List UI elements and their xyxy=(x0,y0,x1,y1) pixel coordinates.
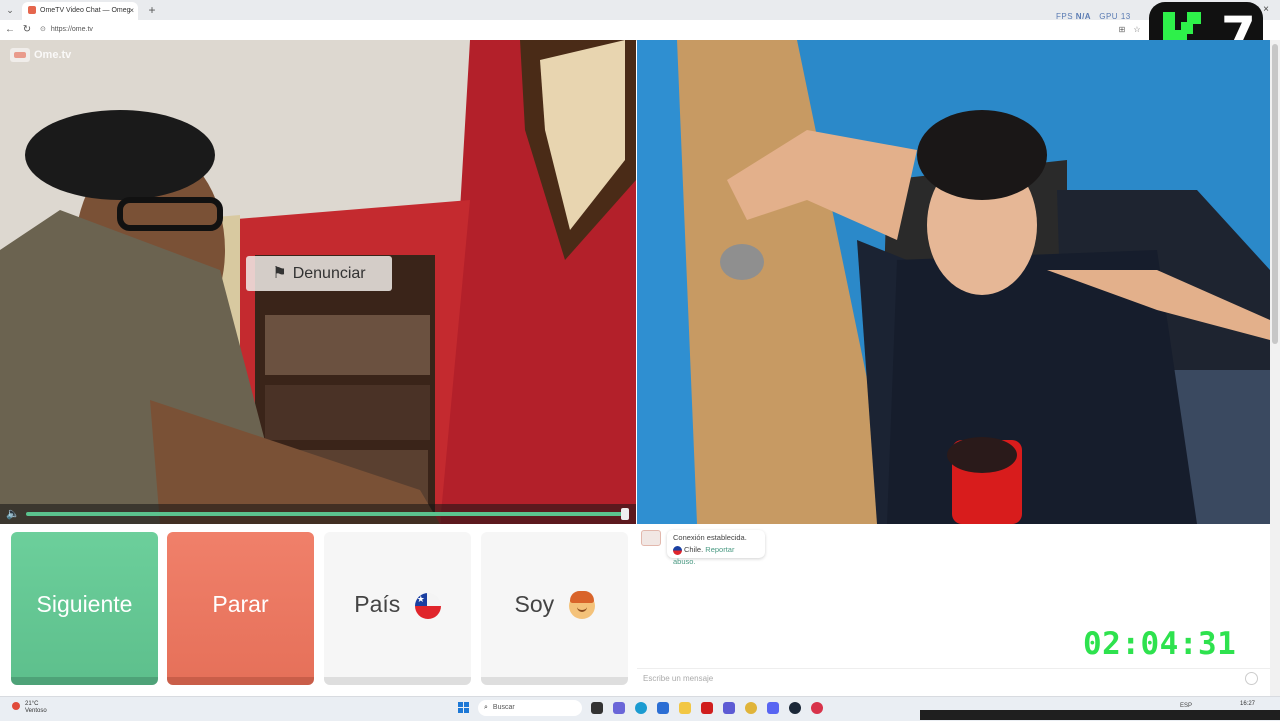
lock-icon: ⊙ xyxy=(40,26,46,33)
grid-icon[interactable]: ⊞ xyxy=(1116,24,1128,36)
taskbar-search[interactable]: ⌕ Buscar xyxy=(478,700,582,716)
chrome-icon[interactable] xyxy=(745,702,757,714)
ometv-avatar-icon xyxy=(641,530,661,546)
chat-input[interactable]: Escribe un mensaje xyxy=(637,668,1270,688)
address-bar: ← ↻ ⊙ https://ome.tv ⊞ ☆ xyxy=(0,20,1280,41)
gpu-value: 13 xyxy=(1120,12,1131,21)
stop-label: Parar xyxy=(212,591,269,617)
tab-ometv[interactable]: OmeTV Video Chat — Omeg × xyxy=(22,2,138,20)
fps-label: FPS xyxy=(1056,12,1074,21)
next-label: Siguiente xyxy=(36,591,133,617)
system-message: Conexión establecida. Chile. Reportar ab… xyxy=(667,530,765,566)
copilot-icon[interactable] xyxy=(613,702,625,714)
weather-temp: 21°C xyxy=(25,701,39,707)
connection-status: Conexión establecida. xyxy=(673,533,747,542)
speaker-icon[interactable]: 🔈 xyxy=(6,507,20,521)
country-line: Chile. Reportar abuso. xyxy=(673,544,759,568)
country-button[interactable]: País ★ xyxy=(324,532,471,685)
fps-value: N/A xyxy=(1075,12,1092,21)
screen-border xyxy=(920,710,1280,720)
language-indicator[interactable]: ESP xyxy=(1180,703,1192,709)
ometv-favicon-icon xyxy=(28,6,36,15)
folder-icon[interactable] xyxy=(679,702,691,714)
report-label: Denunciar xyxy=(292,265,366,282)
discord-icon[interactable] xyxy=(767,702,779,714)
weather-widget[interactable]: 21°C Ventoso xyxy=(12,701,47,715)
system-clock[interactable]: 16:27 xyxy=(1240,700,1255,708)
fps-counter: FPS N/A GPU 13 xyxy=(1056,12,1131,21)
record-icon[interactable] xyxy=(811,702,823,714)
report-button[interactable]: ⚑ Denunciar xyxy=(246,256,392,291)
country-label: País xyxy=(354,591,401,617)
ometv-logo-icon xyxy=(10,48,30,63)
steam-icon[interactable] xyxy=(789,702,801,714)
bookmark-icon[interactable]: ☆ xyxy=(1131,24,1143,36)
netflix-icon[interactable] xyxy=(701,702,713,714)
search-placeholder: Buscar xyxy=(492,704,515,711)
weather-desc: Ventoso xyxy=(25,708,47,714)
tab-list-icon[interactable]: ⌄ xyxy=(3,3,17,17)
flag-icon: ⚑ xyxy=(272,265,287,282)
gender-label: Soy xyxy=(514,591,555,617)
volume-control: 🔈 xyxy=(0,504,636,524)
search-icon: ⌕ xyxy=(484,704,488,711)
taskview-icon[interactable] xyxy=(591,702,603,714)
volume-slider-handle[interactable] xyxy=(621,508,629,520)
weather-icon xyxy=(12,702,20,710)
report-abuse-link[interactable]: Reportar abuso. xyxy=(673,545,734,566)
self-video-frame xyxy=(637,40,1270,524)
scrollbar-thumb[interactable] xyxy=(1272,44,1278,344)
edge-icon[interactable] xyxy=(635,702,647,714)
chile-flag-icon: ★ xyxy=(414,592,441,619)
emoji-picker-icon[interactable] xyxy=(1245,672,1258,685)
store-icon[interactable] xyxy=(657,702,669,714)
chile-flag-small-icon xyxy=(673,545,682,555)
stop-button[interactable]: Parar xyxy=(167,532,314,685)
ometv-logo: Ome.tv xyxy=(10,47,71,63)
chat-panel: Conexión establecida. Chile. Reportar ab… xyxy=(637,524,1270,690)
stream-timer: 02:04:31 xyxy=(1083,626,1237,662)
teams-icon[interactable] xyxy=(723,702,735,714)
url-text: https://ome.tv xyxy=(50,26,93,33)
gpu-label: GPU xyxy=(1099,12,1119,21)
windows-start-icon[interactable] xyxy=(458,702,470,714)
gender-button[interactable]: Soy xyxy=(481,532,628,685)
new-tab-button[interactable]: + xyxy=(145,2,159,18)
brand-name: Ome.tv xyxy=(34,49,72,61)
next-button[interactable]: Siguiente xyxy=(11,532,158,685)
reload-icon[interactable]: ↻ xyxy=(20,23,34,37)
page-scrollbar[interactable] xyxy=(1270,40,1280,696)
back-icon[interactable]: ← xyxy=(3,23,17,37)
tab-title: OmeTV Video Chat — Omeg xyxy=(40,7,131,14)
volume-slider-track[interactable] xyxy=(26,512,626,516)
url-field[interactable]: ⊙ https://ome.tv xyxy=(36,23,1106,37)
country-name: Chile. xyxy=(684,545,704,554)
self-video xyxy=(637,40,1270,524)
close-tab-icon[interactable]: × xyxy=(129,2,134,20)
boy-emoji-icon xyxy=(568,590,595,619)
